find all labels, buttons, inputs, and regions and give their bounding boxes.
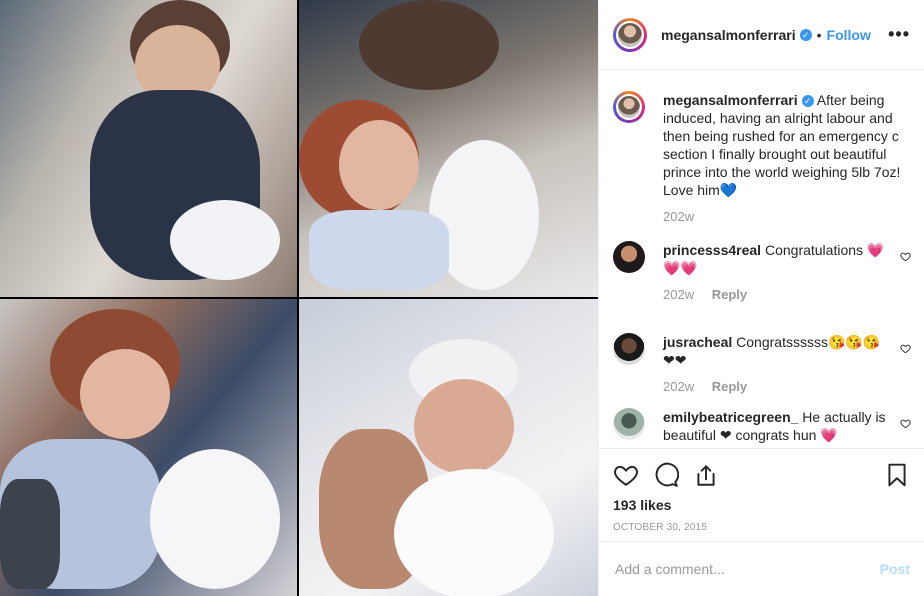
action-icons: [599, 449, 924, 491]
commenter-avatar[interactable]: [613, 333, 645, 365]
comment-body: princesss4real Congratulations 💗💗💗: [663, 241, 913, 277]
header-separator: •: [816, 26, 822, 43]
comment-username[interactable]: jusracheal: [663, 334, 732, 350]
add-comment-bar: Post: [599, 541, 924, 596]
comment-username[interactable]: emilybeatricegreen_: [663, 409, 798, 425]
reply-button[interactable]: Reply: [712, 287, 747, 302]
comment-time[interactable]: 202w: [663, 379, 694, 394]
more-options-icon[interactable]: •••: [888, 24, 910, 45]
like-comment-heart-icon[interactable]: [900, 418, 911, 429]
like-comment-heart-icon[interactable]: [900, 251, 911, 262]
photo-father-holding-baby: [0, 0, 297, 297]
caption: megansalmonferrari ✓ After being induced,…: [613, 91, 913, 224]
photo-mother-cradling-baby: [0, 299, 297, 596]
comment-username[interactable]: princesss4real: [663, 242, 761, 258]
comment-item: princesss4real Congratulations 💗💗💗 202w …: [613, 241, 913, 302]
post-header: megansalmonferrari ✓ • Follow •••: [599, 0, 924, 70]
post-side-panel: megansalmonferrari ✓ • Follow ••• megans…: [598, 0, 924, 596]
verified-badge-icon: ✓: [799, 28, 812, 41]
caption-author-avatar[interactable]: [613, 91, 645, 123]
post-comment-button[interactable]: Post: [880, 561, 910, 577]
comment-body: emilybeatricegreen_ He actually is beaut…: [663, 408, 913, 444]
photo-mother-with-baby-hospital-bed: [299, 0, 598, 297]
caption-username[interactable]: megansalmonferrari: [663, 92, 798, 108]
comment-icon[interactable]: [653, 462, 679, 488]
photo-newborn-close-up: [299, 299, 598, 596]
commenter-avatar[interactable]: [613, 241, 645, 273]
post-actions: 193 likes OCTOBER 30, 2015: [599, 448, 924, 541]
caption-body: megansalmonferrari ✓ After being induced,…: [663, 91, 913, 199]
likes-count[interactable]: 193 likes: [599, 491, 924, 513]
post-date[interactable]: OCTOBER 30, 2015: [599, 513, 924, 533]
instagram-post: megansalmonferrari ✓ • Follow ••• megans…: [0, 0, 924, 596]
commenter-avatar[interactable]: [613, 408, 645, 440]
comment-item: jusracheal Congratssssss😘😘😘❤❤ 202w Reply: [613, 333, 913, 394]
comment-meta: 202w Reply: [663, 379, 913, 394]
post-photo-collage[interactable]: [0, 0, 598, 596]
comment-meta: 202w Reply: [663, 287, 913, 302]
caption-time[interactable]: 202w: [663, 209, 694, 224]
follow-button[interactable]: Follow: [827, 27, 871, 43]
verified-badge-icon: ✓: [801, 95, 814, 107]
share-icon[interactable]: [693, 462, 719, 488]
bookmark-icon[interactable]: [884, 462, 910, 488]
like-comment-heart-icon[interactable]: [900, 343, 911, 354]
caption-meta: 202w: [663, 209, 913, 224]
reply-button[interactable]: Reply: [712, 379, 747, 394]
author-avatar[interactable]: [613, 17, 647, 52]
heart-icon[interactable]: [613, 462, 639, 488]
add-comment-input[interactable]: [613, 560, 880, 578]
comments-list[interactable]: megansalmonferrari ✓ After being induced,…: [599, 71, 924, 448]
author-username[interactable]: megansalmonferrari: [661, 27, 796, 43]
comment-item: emilybeatricegreen_ He actually is beaut…: [613, 408, 913, 444]
comment-time[interactable]: 202w: [663, 287, 694, 302]
comment-body: jusracheal Congratssssss😘😘😘❤❤: [663, 333, 913, 369]
